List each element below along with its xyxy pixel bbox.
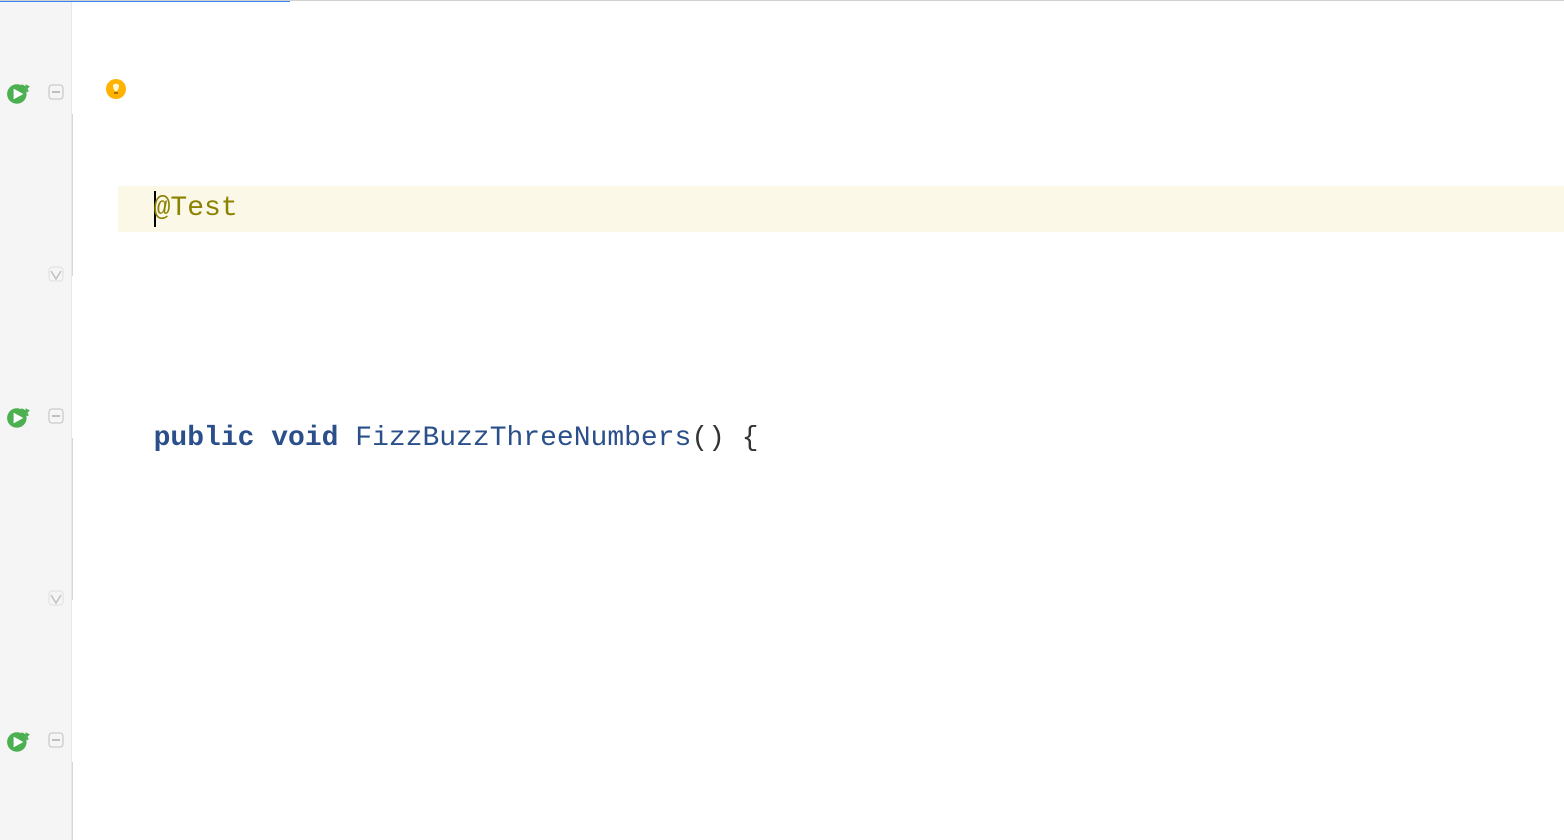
run-test-icon[interactable] <box>6 402 32 428</box>
fold-toggle-close-icon[interactable] <box>46 588 66 608</box>
code-line[interactable] <box>118 646 1564 692</box>
fold-gutter <box>42 2 72 840</box>
line-gutter <box>72 2 118 840</box>
run-test-icon[interactable] <box>6 78 32 104</box>
indent-guide <box>72 114 73 276</box>
indent <box>120 186 154 232</box>
code-line[interactable]: @Test <box>118 186 1564 232</box>
top-separator <box>0 0 1564 1</box>
parens: () <box>691 416 725 462</box>
fold-toggle-close-icon[interactable] <box>46 264 66 284</box>
code-area[interactable]: @Test public void FizzBuzzThreeNumbers()… <box>118 2 1564 840</box>
indent-guide <box>72 438 73 600</box>
keyword-public: public <box>154 416 255 462</box>
indent <box>120 416 154 462</box>
icon-gutter <box>0 2 42 840</box>
method-name: FizzBuzzThreeNumbers <box>355 416 691 462</box>
intention-bulb-icon[interactable] <box>104 72 128 118</box>
editor-root: @Test public void FizzBuzzThreeNumbers()… <box>0 2 1564 840</box>
fold-toggle-open-icon[interactable] <box>46 406 66 426</box>
indent-guide <box>72 762 73 840</box>
fold-toggle-open-icon[interactable] <box>46 730 66 750</box>
keyword-void: void <box>271 416 338 462</box>
code-line[interactable]: public void FizzBuzzThreeNumbers() { <box>118 416 1564 462</box>
annotation: @Test <box>154 186 238 232</box>
fold-toggle-open-icon[interactable] <box>46 82 66 102</box>
brace-open: { <box>725 416 759 462</box>
run-test-icon[interactable] <box>6 726 32 752</box>
